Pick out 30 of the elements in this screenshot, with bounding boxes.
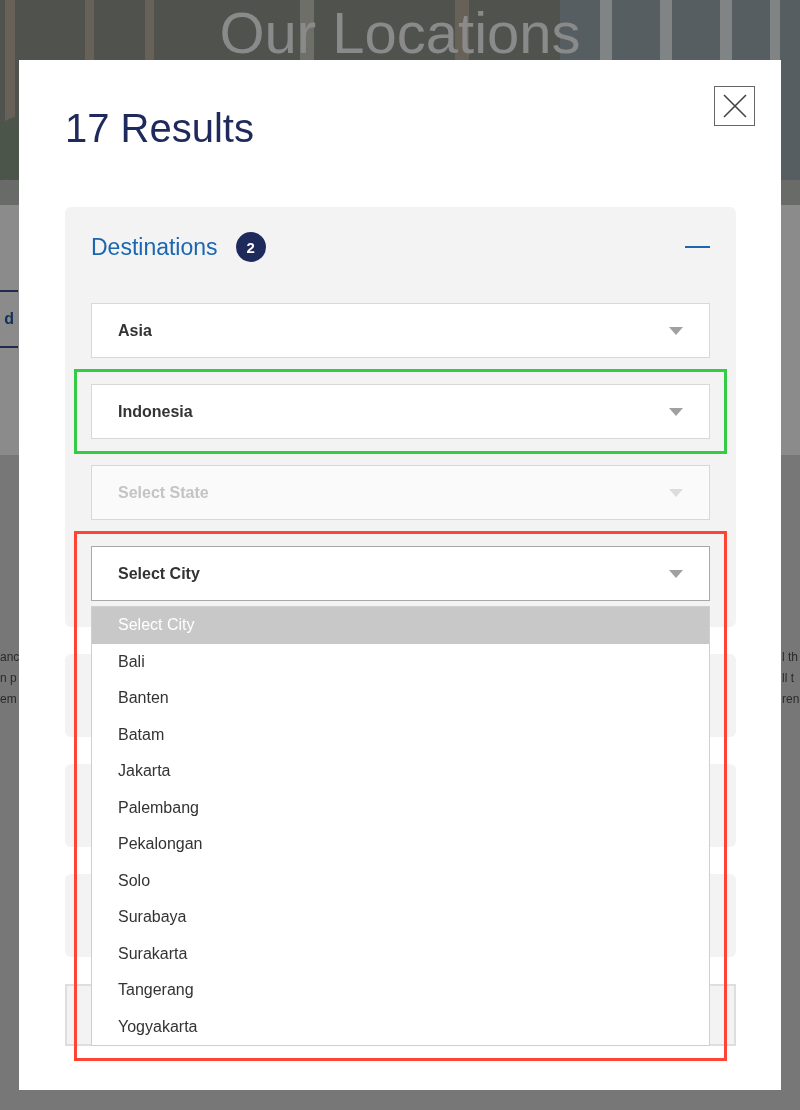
body-text: anc — [0, 650, 20, 665]
filter-title[interactable]: Destinations — [91, 233, 218, 261]
dropdown-option[interactable]: Bali — [92, 643, 709, 680]
hero-title: Our Locations — [218, 4, 582, 62]
body-text: l th — [782, 650, 799, 665]
count-badge: 2 — [235, 232, 266, 262]
body-text: ren — [782, 692, 800, 707]
body-text: em — [0, 692, 18, 707]
dropdown-option[interactable]: Batam — [92, 716, 709, 753]
caret-icon — [669, 569, 683, 578]
dropdown-option[interactable]: Pekalongan — [92, 826, 709, 863]
dropdown[interactable]: Indonesia — [91, 384, 710, 439]
dropdown-option[interactable]: Tangerang — [92, 972, 709, 1009]
dropdown-option[interactable]: Banten — [92, 680, 709, 717]
dropdown-option[interactable]: Surakarta — [92, 935, 709, 972]
close-icon — [722, 94, 747, 118]
body-text: ll t — [782, 671, 795, 686]
dropdown[interactable]: Select City — [91, 546, 710, 601]
results-title: 17 Results — [65, 105, 254, 152]
caret-icon — [669, 326, 683, 335]
caret-icon — [669, 488, 683, 497]
body-text: n p — [0, 671, 18, 686]
dropdown-option[interactable]: Surabaya — [92, 899, 709, 936]
caret-icon — [669, 407, 683, 416]
dropdown-option[interactable]: Palembang — [92, 789, 709, 826]
dropdown-option[interactable]: Jakarta — [92, 753, 709, 790]
close-button[interactable] — [714, 86, 755, 126]
dropdown[interactable]: Asia — [91, 303, 710, 358]
dropdown-option[interactable]: Yogyakarta — [92, 1008, 709, 1045]
dropdown-option[interactable]: Solo — [92, 862, 709, 899]
